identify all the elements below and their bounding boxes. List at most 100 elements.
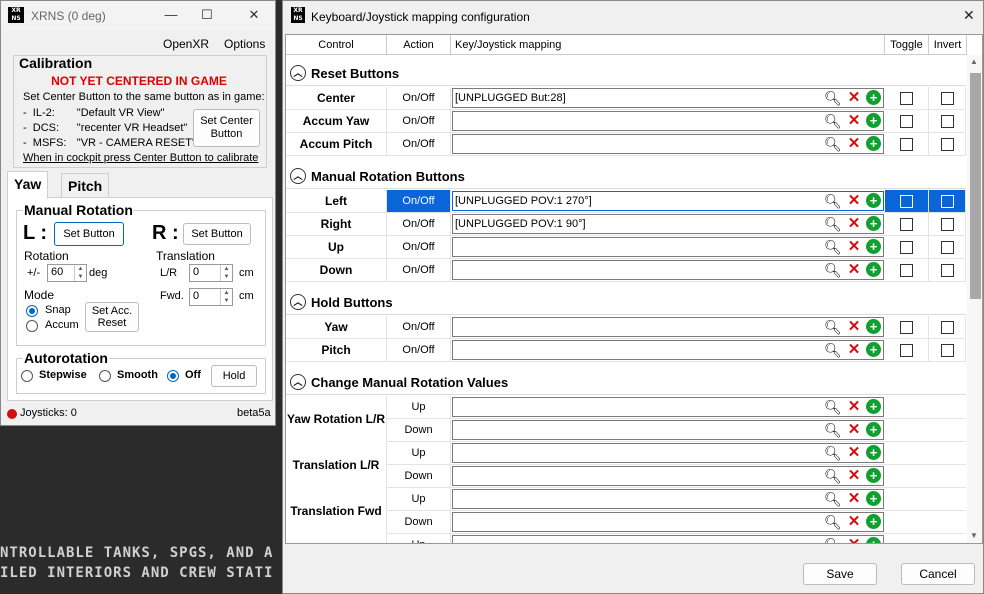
section-reset-buttons[interactable]: ︿ Reset Buttons bbox=[286, 60, 966, 86]
search-icon[interactable]: 🔍︎ bbox=[824, 239, 842, 255]
invert-checkbox[interactable] bbox=[941, 241, 954, 254]
header-action[interactable]: Action bbox=[387, 35, 451, 55]
clear-icon[interactable]: ✕ bbox=[846, 239, 862, 255]
search-icon[interactable]: 🔍︎ bbox=[824, 445, 842, 461]
clear-icon[interactable]: ✕ bbox=[846, 537, 862, 544]
invert-checkbox[interactable] bbox=[941, 264, 954, 277]
add-icon[interactable]: + bbox=[866, 239, 881, 254]
mapping-field[interactable] bbox=[452, 489, 884, 509]
toggle-checkbox[interactable] bbox=[900, 321, 913, 334]
mapping-field[interactable] bbox=[452, 397, 884, 417]
invert-checkbox[interactable] bbox=[941, 195, 954, 208]
clear-icon[interactable]: ✕ bbox=[846, 468, 862, 484]
scroll-down-icon[interactable]: ▼ bbox=[970, 531, 978, 540]
clear-icon[interactable]: ✕ bbox=[846, 399, 862, 415]
menu-options[interactable]: Options bbox=[224, 37, 265, 51]
clear-icon[interactable]: ✕ bbox=[846, 342, 862, 358]
lr-spinner[interactable]: 0 ▲ ▼ bbox=[189, 264, 233, 282]
search-icon[interactable]: 🔍︎ bbox=[824, 136, 842, 152]
clear-icon[interactable]: ✕ bbox=[846, 445, 862, 461]
toggle-checkbox[interactable] bbox=[900, 241, 913, 254]
add-icon[interactable]: + bbox=[866, 445, 881, 460]
search-icon[interactable]: 🔍︎ bbox=[824, 193, 842, 209]
add-icon[interactable]: + bbox=[866, 342, 881, 357]
table-row[interactable]: Up On/Off 🔍︎ ✕ + bbox=[286, 236, 966, 259]
search-icon[interactable]: 🔍︎ bbox=[824, 537, 842, 543]
table-row[interactable]: Up🔍︎✕+ bbox=[387, 534, 966, 544]
header-control[interactable]: Control bbox=[286, 35, 387, 55]
table-row[interactable]: Pitch On/Off 🔍︎ ✕ + bbox=[286, 339, 966, 362]
add-icon[interactable]: + bbox=[866, 399, 881, 414]
add-icon[interactable]: + bbox=[866, 136, 881, 151]
spinner-arrows-icon[interactable]: ▲ ▼ bbox=[74, 265, 86, 281]
search-icon[interactable]: 🔍︎ bbox=[824, 90, 842, 106]
clear-icon[interactable]: ✕ bbox=[846, 90, 862, 106]
mode-snap-radio[interactable] bbox=[26, 305, 38, 317]
spinner-arrows-icon[interactable]: ▲ ▼ bbox=[220, 289, 232, 305]
toggle-checkbox[interactable] bbox=[900, 264, 913, 277]
table-row[interactable]: Center On/Off [UNPLUGGED But:28] 🔍︎ ✕ + bbox=[286, 87, 966, 110]
invert-checkbox[interactable] bbox=[941, 138, 954, 151]
mapping-field[interactable] bbox=[452, 111, 884, 131]
autorot-smooth-radio[interactable] bbox=[99, 370, 111, 382]
clear-icon[interactable]: ✕ bbox=[846, 216, 862, 232]
scroll-up-icon[interactable]: ▲ bbox=[970, 57, 978, 66]
hold-button[interactable]: Hold bbox=[211, 365, 257, 387]
invert-checkbox[interactable] bbox=[941, 115, 954, 128]
table-row[interactable]: Accum Yaw On/Off 🔍︎ ✕ + bbox=[286, 110, 966, 133]
clear-icon[interactable]: ✕ bbox=[846, 514, 862, 530]
mapping-field[interactable] bbox=[452, 443, 884, 463]
search-icon[interactable]: 🔍︎ bbox=[824, 422, 842, 438]
mapping-field[interactable] bbox=[452, 134, 884, 154]
set-center-button[interactable]: Set Center Button bbox=[193, 109, 260, 147]
clear-icon[interactable]: ✕ bbox=[846, 136, 862, 152]
invert-checkbox[interactable] bbox=[941, 218, 954, 231]
toggle-checkbox[interactable] bbox=[900, 195, 913, 208]
chevron-up-icon[interactable]: ︿ bbox=[290, 168, 306, 184]
mapping-field[interactable] bbox=[452, 260, 884, 280]
table-row[interactable]: Down 🔍︎ ✕ + bbox=[387, 419, 966, 442]
mapping-field[interactable] bbox=[452, 237, 884, 257]
search-icon[interactable]: 🔍︎ bbox=[824, 113, 842, 129]
table-row[interactable]: Down 🔍︎ ✕ + bbox=[387, 511, 966, 534]
mapping-field[interactable]: [UNPLUGGED POV:1 270°] bbox=[452, 191, 884, 211]
section-hold-buttons[interactable]: ︿ Hold Buttons bbox=[286, 289, 966, 315]
add-icon[interactable]: + bbox=[866, 262, 881, 277]
table-row[interactable]: Down On/Off 🔍︎ ✕ + bbox=[286, 259, 966, 282]
close-icon[interactable]: ✕ bbox=[244, 7, 264, 25]
invert-checkbox[interactable] bbox=[941, 321, 954, 334]
minimize-icon[interactable]: — bbox=[161, 7, 181, 25]
tab-pitch[interactable]: Pitch bbox=[61, 173, 110, 197]
mapping-field[interactable] bbox=[452, 535, 884, 543]
search-icon[interactable]: 🔍︎ bbox=[824, 216, 842, 232]
set-left-button[interactable]: Set Button bbox=[54, 222, 124, 246]
rotation-spinner[interactable]: 60 ▲ ▼ bbox=[47, 264, 87, 282]
clear-icon[interactable]: ✕ bbox=[846, 491, 862, 507]
add-icon[interactable]: + bbox=[866, 90, 881, 105]
invert-checkbox[interactable] bbox=[941, 92, 954, 105]
clear-icon[interactable]: ✕ bbox=[846, 262, 862, 278]
chevron-up-icon[interactable]: ︿ bbox=[290, 374, 306, 390]
mapping-field[interactable] bbox=[452, 317, 884, 337]
close-icon[interactable]: ✕ bbox=[963, 7, 975, 24]
spinner-arrows-icon[interactable]: ▲ ▼ bbox=[220, 265, 232, 281]
mapping-field[interactable] bbox=[452, 420, 884, 440]
table-row[interactable]: Accum Pitch On/Off 🔍︎ ✕ + bbox=[286, 133, 966, 156]
add-icon[interactable]: + bbox=[866, 216, 881, 231]
fwd-spinner[interactable]: 0 ▲ ▼ bbox=[189, 288, 233, 306]
save-button[interactable]: Save bbox=[803, 563, 877, 585]
mapping-field[interactable] bbox=[452, 340, 884, 360]
toggle-checkbox[interactable] bbox=[900, 115, 913, 128]
mapping-field[interactable]: [UNPLUGGED POV:1 90°] bbox=[452, 214, 884, 234]
menu-openxr[interactable]: OpenXR bbox=[163, 37, 209, 51]
clear-icon[interactable]: ✕ bbox=[846, 319, 862, 335]
table-row[interactable]: Up🔍︎✕+ bbox=[387, 396, 966, 419]
toggle-checkbox[interactable] bbox=[900, 138, 913, 151]
add-icon[interactable]: + bbox=[866, 193, 881, 208]
maximize-icon[interactable]: ☐ bbox=[197, 7, 217, 25]
clear-icon[interactable]: ✕ bbox=[846, 422, 862, 438]
search-icon[interactable]: 🔍︎ bbox=[824, 342, 842, 358]
table-row[interactable]: Right On/Off [UNPLUGGED POV:1 90°] 🔍︎ ✕ + bbox=[286, 213, 966, 236]
add-icon[interactable]: + bbox=[866, 319, 881, 334]
chevron-up-icon[interactable]: ︿ bbox=[290, 294, 306, 310]
